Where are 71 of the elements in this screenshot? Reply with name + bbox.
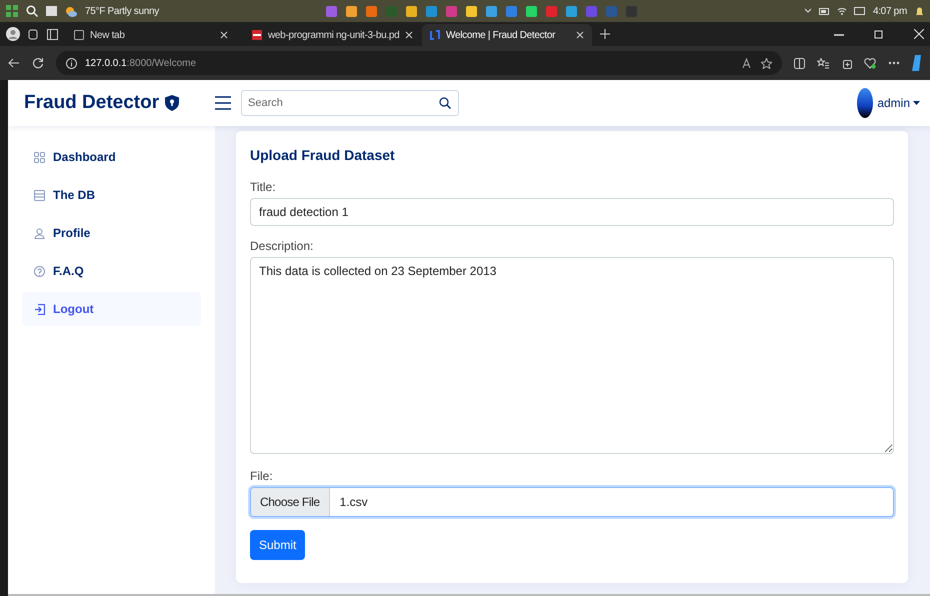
read-aloud-icon[interactable] (742, 58, 753, 68)
heart-icon[interactable] (864, 58, 876, 68)
page-icon (74, 30, 84, 40)
form-heading: Upload Fraud Dataset (250, 147, 396, 163)
bell-icon[interactable] (914, 6, 924, 16)
field-label: File: (250, 469, 273, 483)
weather-icon (65, 6, 77, 16)
weather-text[interactable]: 75°F Partly sunny (85, 6, 159, 16)
app-icon[interactable] (426, 6, 437, 16)
title-input[interactable]: fraud detection 1 (250, 198, 894, 226)
sidebar-item[interactable]: The DB (22, 178, 201, 212)
tab-actions-icon[interactable] (47, 28, 58, 40)
restore-icon[interactable] (874, 29, 884, 39)
sidebar-item[interactable]: Logout (22, 292, 201, 326)
favorites-icon[interactable] (817, 58, 829, 68)
browser-tab[interactable]: web-programmi ng-unit-3-bu.pd (244, 24, 414, 46)
wifi-icon[interactable] (836, 7, 847, 15)
description-textarea[interactable]: This data is collected on 23 September 2013 (250, 257, 894, 454)
caret-icon[interactable] (913, 101, 920, 105)
search-icon[interactable] (439, 97, 451, 109)
site-icon (430, 30, 440, 40)
profile-icon[interactable] (6, 27, 20, 41)
help-icon (34, 266, 45, 276)
app-icon[interactable] (406, 6, 417, 16)
more-icon[interactable] (888, 61, 900, 65)
browser-tab[interactable]: Welcome | Fraud Detector (422, 24, 592, 46)
info-icon[interactable] (66, 58, 77, 68)
keyboard-icon[interactable] (854, 7, 865, 15)
pdf-icon (252, 30, 262, 40)
shield-icon (165, 95, 180, 111)
split-screen-icon[interactable] (794, 58, 805, 68)
browser-tab[interactable]: New tab (66, 24, 236, 46)
workspaces-icon[interactable] (28, 28, 39, 40)
avatar-icon[interactable] (857, 88, 874, 118)
refresh-icon[interactable] (32, 57, 44, 69)
back-icon[interactable] (8, 58, 20, 68)
field-label: Title: (250, 180, 276, 194)
app-icon[interactable] (486, 6, 497, 16)
person-icon (34, 228, 45, 238)
app-icon[interactable] (346, 6, 357, 16)
address-field[interactable]: 127.0.0.1:8000/Welcome (85, 58, 196, 68)
close-icon[interactable] (914, 29, 924, 39)
app-icon[interactable] (366, 6, 377, 16)
new-tab-icon[interactable] (600, 29, 610, 39)
close-icon[interactable] (220, 31, 228, 39)
collections-icon[interactable] (841, 58, 852, 68)
copilot-icon[interactable] (912, 55, 922, 71)
user-menu[interactable]: admin (877, 96, 920, 110)
start-icon[interactable] (6, 5, 18, 17)
close-icon[interactable] (405, 31, 414, 39)
clock-text[interactable]: 4:07 pm (872, 6, 907, 16)
brand-title[interactable]: Fraud Detector (24, 92, 160, 114)
sidebar-item[interactable]: Profile (22, 216, 201, 250)
search-field[interactable]: Search (241, 90, 459, 116)
battery-icon[interactable] (818, 8, 830, 14)
star-icon[interactable] (761, 58, 772, 68)
app-icon[interactable] (466, 6, 477, 16)
menu-icon[interactable] (215, 96, 231, 110)
sidebar-item[interactable]: F.A.Q (22, 254, 201, 288)
submit-button[interactable]: Submit (250, 530, 306, 560)
sidebar-item[interactable]: Dashboard (22, 140, 201, 174)
search-icon[interactable] (26, 5, 38, 17)
database-icon (34, 190, 45, 200)
logout-icon (34, 304, 45, 314)
app-icon[interactable] (526, 6, 537, 16)
chevron-up-icon[interactable] (804, 8, 812, 14)
app-icon[interactable] (566, 6, 577, 16)
field-label: Description: (250, 239, 314, 253)
file-input[interactable]: Choose File 1.csv (250, 487, 894, 517)
close-icon[interactable] (576, 31, 584, 39)
grid-icon (34, 152, 45, 162)
